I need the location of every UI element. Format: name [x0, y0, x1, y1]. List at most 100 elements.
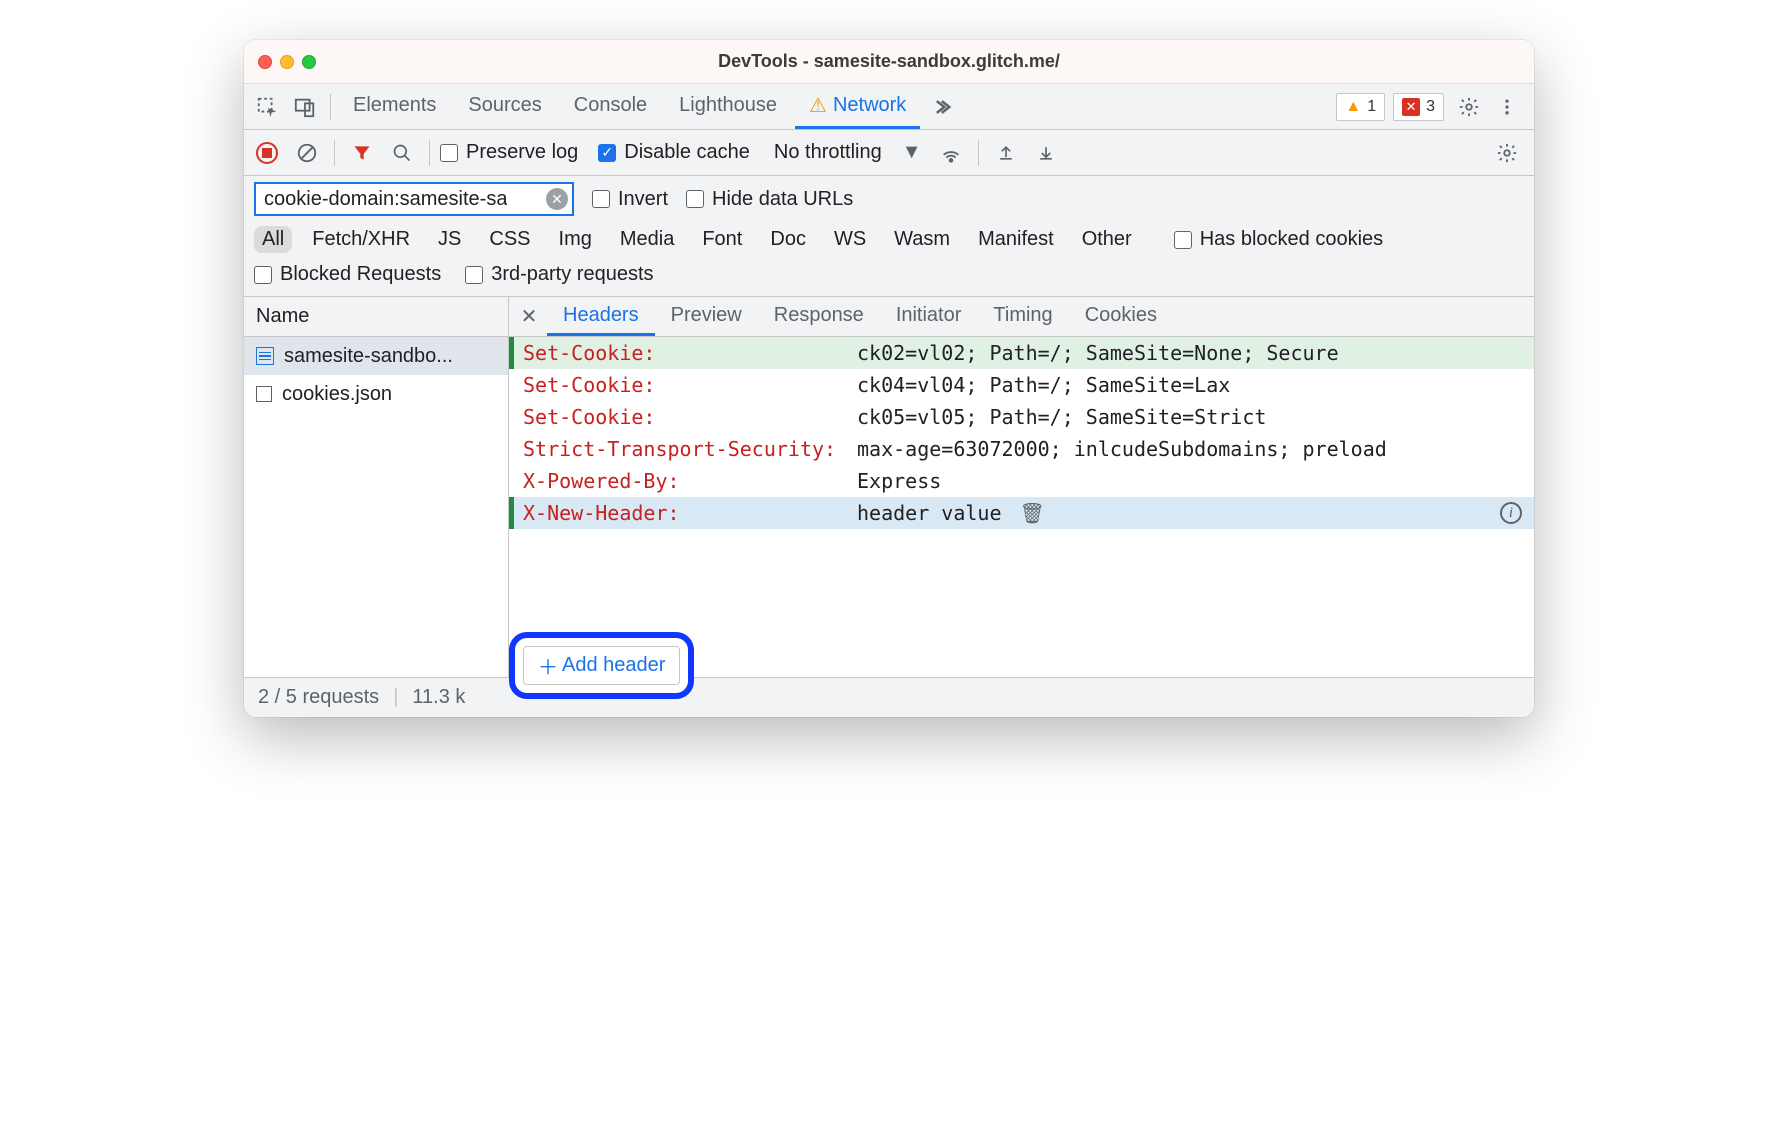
invert-checkbox[interactable]: Invert [592, 188, 668, 211]
device-toggle-icon[interactable] [288, 90, 322, 124]
upload-har-icon[interactable] [989, 136, 1023, 170]
checkbox-checked-icon: ✓ [598, 144, 616, 162]
response-header-row: Set-Cookie:ck02=vl02; Path=/; SameSite=N… [509, 337, 1534, 369]
request-row[interactable]: samesite-sandbo... [244, 337, 508, 375]
download-har-icon[interactable] [1029, 136, 1063, 170]
header-name: X-New-Header: [517, 501, 837, 525]
detail-tabs: ✕ HeadersPreviewResponseInitiatorTimingC… [509, 297, 1534, 337]
response-header-row: Strict-Transport-Security:max-age=630720… [509, 433, 1534, 465]
has-blocked-cookies-label: Has blocked cookies [1200, 228, 1383, 251]
header-name: Set-Cookie: [517, 373, 837, 397]
type-chip-ws[interactable]: WS [826, 226, 874, 253]
third-party-label: 3rd-party requests [491, 263, 653, 286]
clear-filter-icon[interactable]: ✕ [546, 188, 568, 210]
search-icon[interactable] [385, 136, 419, 170]
filter-input[interactable]: cookie-domain:samesite-sa ✕ [254, 182, 574, 216]
filter-input-value: cookie-domain:samesite-sa [264, 188, 507, 211]
more-tabs-button[interactable] [924, 97, 958, 117]
network-settings-icon[interactable] [1490, 136, 1524, 170]
third-party-checkbox[interactable]: 3rd-party requests [465, 263, 653, 286]
type-chip-manifest[interactable]: Manifest [970, 226, 1062, 253]
response-header-row: X-Powered-By:Express [509, 465, 1534, 497]
checkbox-icon [686, 190, 704, 208]
type-chip-doc[interactable]: Doc [762, 226, 814, 253]
chevron-down-icon: ▼ [902, 141, 922, 164]
add-header-label: Add header [562, 654, 665, 677]
name-column-header[interactable]: Name [244, 297, 508, 337]
main-tabs-row: Elements Sources ConsoleLighthouse⚠Network… [244, 84, 1534, 130]
header-name: Set-Cookie: [517, 405, 837, 429]
response-header-row: Set-Cookie: ck04=vl04; Path=/; SameSite=L… [509, 369, 1534, 401]
error-count: 3 [1426, 98, 1435, 116]
clear-button[interactable] [290, 136, 324, 170]
main-content: Name samesite-sandbo...cookies.json ✕ He… [244, 297, 1534, 677]
detail-tab-timing[interactable]: Timing [977, 298, 1068, 336]
tab-network[interactable]: ⚠Network [795, 85, 920, 129]
header-value[interactable]: header value 🗑 [857, 501, 1522, 525]
tab-elements[interactable]: Elements [339, 85, 450, 129]
header-value: max-age=63072000; inlcudeSubdomains; pre… [857, 437, 1522, 461]
separator [330, 94, 331, 120]
request-row[interactable]: cookies.json [244, 375, 508, 413]
inspect-icon[interactable] [250, 90, 284, 124]
type-filter-row: All Fetch/XHR JS CSS Img Media Font Doc WS Wasm Ma… [244, 222, 1534, 259]
tab-label: Network [833, 94, 906, 117]
header-value: ck05=vl05; Path=/; SameSite=Strict [857, 405, 1522, 429]
response-header-row[interactable]: X-New-Header: header value 🗑i [509, 497, 1534, 529]
delete-header-icon[interactable]: 🗑 [1020, 501, 1045, 525]
hide-data-urls-checkbox[interactable]: Hide data URLs [686, 188, 853, 211]
warning-count-badge[interactable]: ▲ 1 [1336, 93, 1385, 121]
kebab-menu-icon[interactable] [1490, 90, 1524, 124]
blocked-requests-checkbox[interactable]: Blocked Requests [254, 263, 441, 286]
status-size: 11.3 k [412, 686, 465, 709]
warning-icon: ▲ [1345, 98, 1361, 116]
response-headers-section: Set-Cookie:ck02=vl02; Path=/; SameSite=N… [509, 337, 1534, 677]
tab-sources[interactable]: Sources [454, 85, 555, 129]
type-chip-css[interactable]: CSS [481, 226, 538, 253]
file-icon [256, 386, 272, 402]
window-title: DevTools - samesite-sandbox.glitch.me/ [244, 51, 1534, 72]
header-value: ck04=vl04; Path=/; SameSite=Lax [857, 373, 1522, 397]
throttling-value: No throttling [774, 141, 882, 164]
detail-tab-response[interactable]: Response [758, 298, 880, 336]
type-chip-wasm[interactable]: Wasm [886, 226, 958, 253]
filter-icon[interactable] [345, 136, 379, 170]
titlebar: DevTools - samesite-sandbox.glitch.me/ [244, 40, 1534, 84]
detail-tab-preview[interactable]: Preview [655, 298, 758, 336]
tab-console[interactable]: Console [560, 85, 661, 129]
record-button[interactable] [250, 136, 284, 170]
network-conditions-icon[interactable] [934, 136, 968, 170]
type-chip-img[interactable]: Img [551, 226, 600, 253]
checkbox-icon [254, 266, 272, 284]
type-chip-js[interactable]: JS [430, 226, 469, 253]
detail-tab-headers[interactable]: Headers [547, 298, 655, 336]
error-count-badge[interactable]: ✕ 3 [1393, 93, 1444, 121]
detail-tab-cookies[interactable]: Cookies [1069, 298, 1173, 336]
disable-cache-checkbox[interactable]: ✓ Disable cache [598, 141, 750, 164]
warning-count: 1 [1367, 98, 1376, 116]
type-chip-all[interactable]: All [254, 226, 292, 253]
hide-data-urls-label: Hide data URLs [712, 188, 853, 211]
preserve-log-checkbox[interactable]: Preserve log [440, 141, 578, 164]
info-icon[interactable]: i [1500, 502, 1522, 524]
type-chip-other[interactable]: Other [1074, 226, 1140, 253]
tab-lighthouse[interactable]: Lighthouse [665, 85, 791, 129]
type-chip-media[interactable]: Media [612, 226, 682, 253]
type-chip-fetchxhr[interactable]: Fetch/XHR [304, 226, 418, 253]
header-value: Express [857, 469, 1522, 493]
detail-tab-initiator[interactable]: Initiator [880, 298, 978, 336]
settings-icon[interactable] [1452, 90, 1486, 124]
status-bar: 2 / 5 requests | 11.3 k [244, 677, 1534, 717]
type-chip-font[interactable]: Font [694, 226, 750, 253]
plus-icon: ＋ [538, 651, 558, 680]
has-blocked-cookies-checkbox[interactable]: Has blocked cookies [1174, 228, 1383, 251]
tab-label: Sources [468, 94, 541, 117]
disable-cache-label: Disable cache [624, 141, 750, 164]
tab-label: Elements [353, 94, 436, 117]
close-detail-icon[interactable]: ✕ [515, 304, 543, 329]
throttling-dropdown[interactable]: No throttling ▼ [768, 141, 928, 164]
checkbox-icon [1174, 231, 1192, 249]
add-header-button[interactable]: ＋ Add header [523, 646, 680, 685]
invert-label: Invert [618, 188, 668, 211]
devtools-window: DevTools - samesite-sandbox.glitch.me/ E… [244, 40, 1534, 717]
